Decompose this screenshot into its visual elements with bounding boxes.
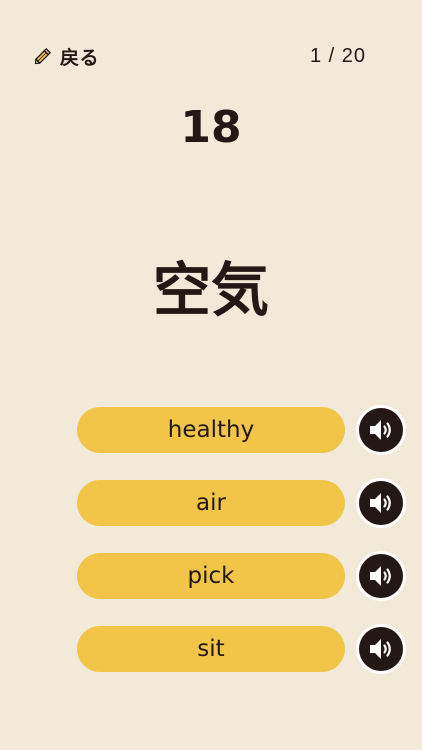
speaker-icon xyxy=(359,627,403,671)
speaker-button[interactable] xyxy=(356,551,406,601)
speaker-icon xyxy=(359,554,403,598)
speaker-button[interactable] xyxy=(356,405,406,455)
back-label: 戻る xyxy=(60,46,100,69)
header: 戻る 1 / 20 xyxy=(0,38,422,74)
choice-button[interactable]: pick xyxy=(77,553,345,599)
choice-row: healthy xyxy=(0,405,422,455)
choice-button[interactable]: sit xyxy=(77,626,345,672)
choice-button[interactable]: healthy xyxy=(77,407,345,453)
progress-counter: 1 / 20 xyxy=(309,45,366,67)
countdown-timer: 18 xyxy=(180,102,242,153)
question-word: 空気 xyxy=(152,256,269,324)
choice-row: sit xyxy=(0,624,422,674)
back-button[interactable]: 戻る xyxy=(32,42,99,70)
pencil-icon xyxy=(32,45,54,67)
choice-row: pick xyxy=(0,551,422,601)
speaker-icon xyxy=(359,481,403,525)
choice-row: air xyxy=(0,478,422,528)
choice-button[interactable]: air xyxy=(77,480,345,526)
speaker-icon xyxy=(359,408,403,452)
speaker-button[interactable] xyxy=(356,624,406,674)
speaker-button[interactable] xyxy=(356,478,406,528)
